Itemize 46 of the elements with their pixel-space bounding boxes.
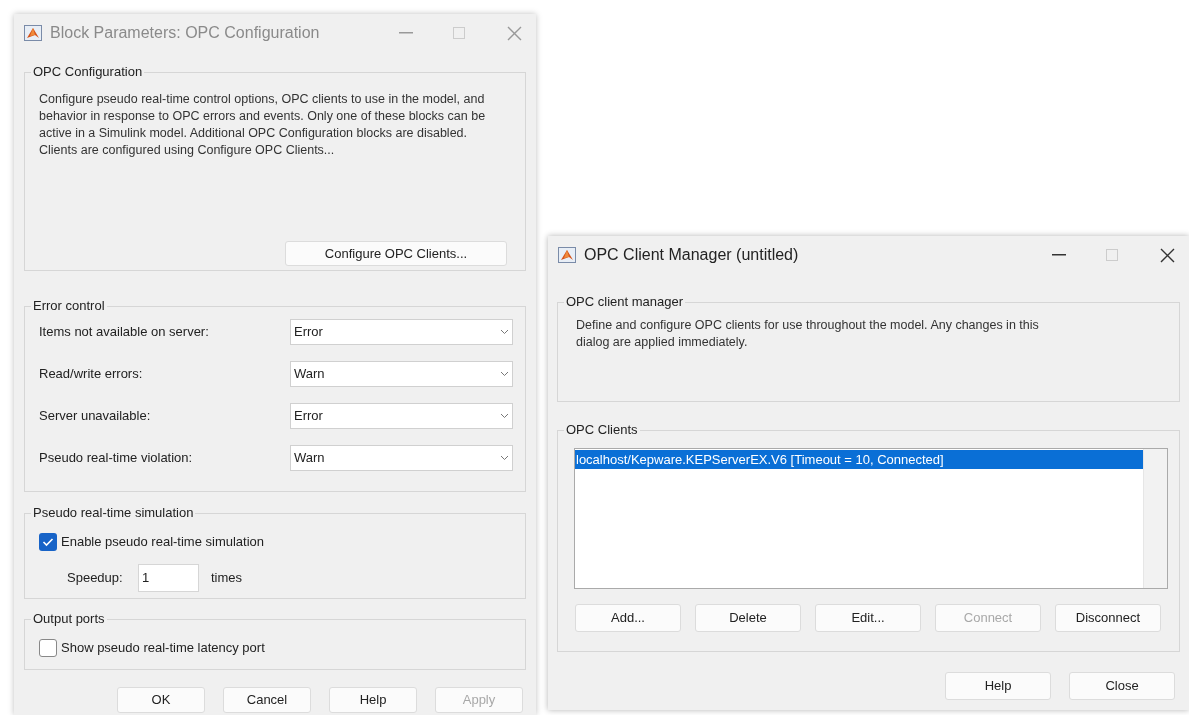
checkbox[interactable] [39,638,57,657]
checkbox-label: Show pseudo real-time latency port [61,639,265,657]
group-label: OPC Configuration [31,64,145,80]
maximize-icon[interactable] [453,27,465,39]
button[interactable]: Edit... [815,604,921,632]
button[interactable]: Delete [695,604,801,632]
field-label: Read/write errors: [39,365,144,384]
client-list[interactable]: localhost/Kepware.KEPServerEX.V6 [Timeout = 10, Connected] [574,448,1168,589]
group-label: OPC client manager [564,294,686,310]
button[interactable]: Disconnect [1055,604,1161,632]
window-title: OPC Client Manager (untitled) [584,245,799,265]
dropdown[interactable]: Warn [290,445,513,471]
unit-label: times [211,568,243,587]
app-icon [558,247,576,263]
field-label: Speedup: [67,568,124,587]
description-text: Define and configure OPC clients for use throughout the model. Any changes in this dialog are applied immediately. [576,317,1040,351]
button[interactable]: Cancel [223,687,311,713]
checkbox-label: Enable pseudo real-time simulation [61,533,265,551]
button[interactable]: Help [945,672,1051,700]
checkbox[interactable] [39,532,57,551]
field-label: Pseudo real-time violation: [39,449,194,468]
close-icon[interactable] [1160,247,1175,263]
description-text: Configure pseudo real-time control options, OPC clients to use in the model, and behavior in response to OPC errors and events. Only one of these blocks can be active in a Simulink model. Additional OPC Configuration blocks are disabled. Clients are configured using Configure OPC Clients... [39,91,487,159]
chevron-down-icon [500,413,509,419]
button[interactable]: Close [1069,672,1175,700]
chevron-down-icon [500,455,509,461]
button[interactable]: Configure OPC Clients... [285,241,507,266]
scrollbar[interactable] [1143,449,1167,588]
maximize-icon[interactable] [1106,249,1118,261]
app-icon [24,25,42,41]
field-label: Server unavailable: [39,407,152,426]
speedup-field[interactable]: 1 [138,563,199,592]
dropdown[interactable]: Error [290,403,513,429]
chevron-down-icon [500,329,509,335]
dropdown[interactable]: Warn [290,361,513,387]
button[interactable]: Help [329,687,417,713]
chevron-down-icon [500,371,509,377]
minimize-icon[interactable] [1052,254,1066,256]
checkmark-icon [42,536,54,547]
field-label: Items not available on server: [39,323,210,342]
group-label: Output ports [31,611,107,627]
dropdown[interactable]: Error [290,319,513,345]
button[interactable]: OK [117,687,205,713]
list-item[interactable]: localhost/Kepware.KEPServerEX.V6 [Timeout = 10, Connected] [575,450,1143,469]
button[interactable]: Add... [575,604,681,632]
window-title: Block Parameters: OPC Configuration [50,23,320,43]
